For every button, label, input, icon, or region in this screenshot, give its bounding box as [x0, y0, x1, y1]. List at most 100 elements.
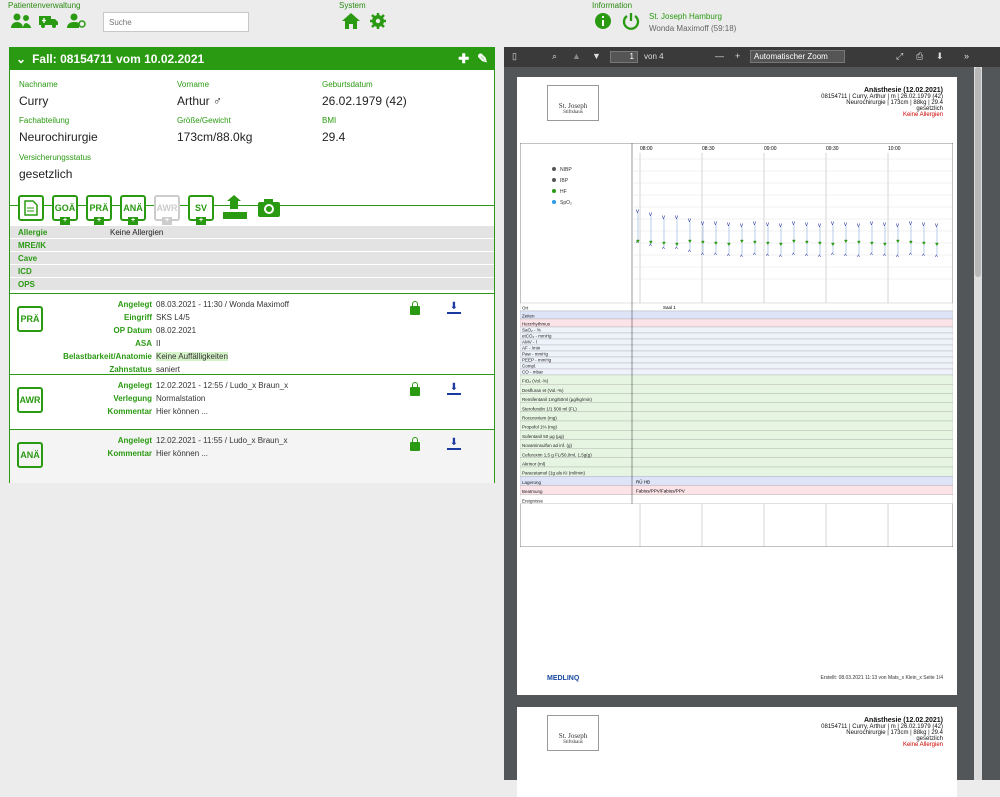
- hr-mark: ♥: [896, 239, 900, 245]
- legend-marker: [552, 189, 556, 193]
- chart-table-row: [520, 362, 953, 370]
- doc-header: Anästhesie (12.02.2021) 08154711 | Curry…: [821, 87, 943, 118]
- info-row-mre[interactable]: MRE/IK: [10, 239, 494, 252]
- camera-icon[interactable]: [256, 195, 282, 221]
- zoom-select[interactable]: Automatischer Zoom: [750, 50, 845, 63]
- nibp-diastolic-mark: ^: [727, 254, 730, 260]
- tools-icon[interactable]: »: [964, 51, 969, 61]
- pdf-viewer: ▯ ⌕ ▲ ▼ 1 von 4 — + Automatischer Zoom ⤢…: [504, 47, 1000, 797]
- nibp-systolic-mark: v: [909, 221, 912, 227]
- footer-brand: MEDLINQ: [547, 675, 580, 682]
- information-label: Information: [592, 1, 633, 10]
- zoom-in-icon[interactable]: +: [735, 51, 740, 61]
- gear-icon[interactable]: [367, 12, 389, 30]
- hr-mark: ♥: [857, 240, 861, 246]
- pra-button[interactable]: PRÄ +: [86, 195, 112, 225]
- page-number-input[interactable]: 1: [610, 51, 638, 63]
- zoom-out-icon[interactable]: —: [715, 51, 724, 61]
- lock-icon[interactable]: [410, 301, 420, 315]
- awr-entry[interactable]: AWR Angelegt 12.02.2021 - 12:55 / Ludo_x …: [10, 374, 494, 428]
- add-icon[interactable]: ✚: [458, 51, 469, 67]
- chevron-down-icon[interactable]: ⌄: [16, 52, 26, 66]
- nibp-systolic-mark: v: [714, 221, 717, 227]
- download-icon[interactable]: ⬇: [936, 51, 944, 62]
- patient-info: Nachname Curry Vorname Arthur ♂ Geburtsdat…: [10, 70, 494, 206]
- info-row-allergy[interactable]: Allergie Keine Allergien: [10, 226, 494, 239]
- hospital-logo: St. Joseph Stiftshaus: [547, 85, 599, 121]
- chart-row-label: Paw - mmHg: [522, 352, 548, 357]
- hr-mark: ♥: [883, 242, 887, 248]
- time-tick-label: 10:00: [888, 146, 901, 152]
- info-row-ops[interactable]: OPS: [10, 278, 494, 291]
- hospital-name: St. Joseph Hamburg: [649, 12, 722, 21]
- download-icon[interactable]: ⬇: [447, 302, 461, 314]
- sv-button[interactable]: SV +: [188, 195, 214, 225]
- sidebar-toggle-icon[interactable]: ▯: [512, 51, 517, 62]
- next-page-icon[interactable]: ▼: [592, 51, 601, 61]
- nibp-diastolic-mark: ^: [883, 254, 886, 260]
- home-icon[interactable]: [340, 12, 362, 30]
- info-row-icd[interactable]: ICD: [10, 265, 494, 278]
- entry-row: Eingriff SKS L4/5: [124, 313, 190, 322]
- prev-page-icon[interactable]: ▲: [572, 51, 581, 61]
- ort-value: Saal 1: [663, 305, 676, 310]
- nibp-systolic-mark: v: [636, 209, 639, 215]
- chart-table-row: [520, 302, 953, 312]
- hr-mark: ♥: [740, 239, 744, 245]
- hr-mark: ♥: [805, 240, 809, 246]
- fullscreen-icon[interactable]: ⤢: [896, 51, 903, 62]
- entry-row: Zahnstatus saniert: [109, 365, 181, 374]
- entry-row: Kommentar Hier können ...: [107, 449, 209, 458]
- chart-table-row: [520, 411, 953, 422]
- search-icon[interactable]: ⌕: [552, 51, 557, 62]
- print-icon[interactable]: ⎙: [916, 51, 923, 62]
- pra-entry[interactable]: PRÄ Angelegt 08.03.2021 - 11:30 / Wonda M…: [10, 293, 494, 374]
- size-weight-field: Größe/Gewicht 173cm/88.0kg: [177, 116, 253, 144]
- users-icon[interactable]: [10, 12, 32, 30]
- download-icon[interactable]: ⬇: [447, 383, 461, 395]
- ana-entry[interactable]: ANÄ Angelegt 12.02.2021 - 11:55 / Ludo_x …: [10, 429, 494, 483]
- chart-row-label: AMV - l: [522, 340, 537, 345]
- nibp-systolic-mark: v: [844, 222, 847, 228]
- upload-icon[interactable]: [222, 195, 248, 221]
- edit-icon[interactable]: ✎: [477, 51, 488, 67]
- info-icon[interactable]: [594, 12, 616, 30]
- nibp-diastolic-mark: ^: [935, 255, 938, 261]
- info-rows: Allergie Keine Allergien MRE/IK Cave ICD …: [10, 226, 494, 291]
- chart-table-row: [520, 430, 953, 440]
- chart-row-label: Novaminsulfon ad inf. (g): [522, 443, 573, 448]
- chart-row-label: Desfluran et (Vol.-%): [522, 388, 564, 393]
- chart-row-label: Sterofundin 1/1 500 ml (FL): [522, 406, 577, 411]
- pdf-page: St. Joseph Stiftshaus Anästhesie (12.02.2…: [517, 77, 957, 695]
- legend-label: IBP: [560, 178, 569, 184]
- ana-button[interactable]: ANÄ +: [120, 195, 146, 225]
- legend-label: NIBP: [560, 167, 572, 173]
- lock-icon[interactable]: [410, 382, 420, 396]
- case-panel: ⌄ Fall: 08154711 vom 10.02.2021 ✚ ✎ Nachn…: [9, 47, 495, 483]
- user-search-icon[interactable]: [66, 12, 88, 30]
- scrollbar[interactable]: [974, 67, 982, 780]
- hr-mark: ♥: [922, 241, 926, 247]
- ambulance-icon[interactable]: [38, 12, 60, 30]
- search-input[interactable]: [103, 12, 249, 32]
- nibp-diastolic-mark: ^: [701, 253, 704, 259]
- legend-marker: [552, 200, 556, 204]
- nibp-diastolic-mark: ^: [844, 254, 847, 260]
- nibp-systolic-mark: v: [831, 221, 834, 227]
- chart-table-row: [520, 350, 953, 358]
- chart-row-label: Remifentanil 1mg/50ml (µg/kg/min): [522, 397, 592, 402]
- hr-mark: ♥: [701, 240, 705, 246]
- nibp-diastolic-mark: ^: [792, 253, 795, 259]
- power-icon[interactable]: [621, 12, 643, 30]
- info-row-cave[interactable]: Cave: [10, 252, 494, 265]
- hr-mark: ♥: [909, 240, 913, 246]
- hr-mark: ♥: [714, 241, 718, 247]
- download-icon[interactable]: ⬇: [447, 438, 461, 450]
- user-session: Wonda Maximoff (59:18): [649, 24, 737, 33]
- goa-button[interactable]: GOÄ +: [52, 195, 78, 225]
- lock-icon[interactable]: [410, 437, 420, 451]
- awr-button[interactable]: AWR +: [154, 195, 180, 225]
- document-icon[interactable]: [18, 195, 44, 221]
- nibp-systolic-mark: v: [818, 223, 821, 229]
- case-header[interactable]: ⌄ Fall: 08154711 vom 10.02.2021 ✚ ✎: [10, 48, 494, 70]
